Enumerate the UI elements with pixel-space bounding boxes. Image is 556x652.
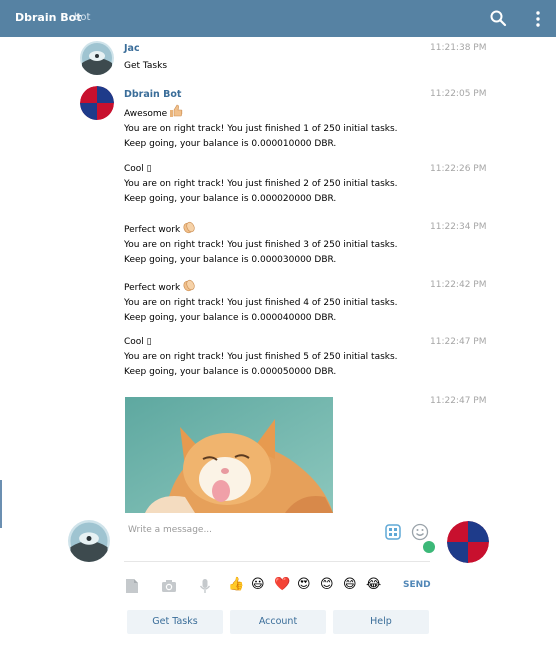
kb-button-get-tasks[interactable]: Get Tasks bbox=[127, 610, 223, 634]
more-vertical-icon[interactable] bbox=[531, 9, 545, 29]
emoji-picker-icon[interactable] bbox=[411, 523, 429, 541]
quick-emoji-heart-eyes[interactable]: 😍 bbox=[297, 577, 311, 593]
chat-subtitle: bot bbox=[74, 12, 91, 23]
message-input-placeholder: Write a message... bbox=[128, 525, 213, 535]
camera-icon[interactable] bbox=[161, 578, 177, 594]
kb-button-help[interactable]: Help bbox=[333, 610, 429, 634]
bot-avatar[interactable] bbox=[447, 521, 489, 563]
user-avatar[interactable] bbox=[80, 41, 114, 75]
chat-title[interactable]: Dbrain Bot bbox=[15, 11, 81, 24]
bot-avatar[interactable] bbox=[80, 86, 114, 120]
quick-emoji-smile[interactable]: 😄 bbox=[343, 577, 357, 593]
thumbs-up-icon bbox=[170, 104, 183, 117]
attach-file-icon[interactable] bbox=[124, 578, 140, 594]
search-icon[interactable] bbox=[489, 9, 507, 27]
message-text: Perfect work You are on right track! You… bbox=[124, 278, 398, 326]
message-text: Awesome You are on right track! You just… bbox=[124, 104, 398, 152]
message-time: 11:22:26 PM bbox=[430, 164, 487, 174]
send-button[interactable]: SEND bbox=[403, 580, 431, 590]
quick-emoji-smiley[interactable]: 😃 bbox=[251, 577, 265, 593]
cat-photo[interactable] bbox=[125, 397, 333, 513]
quick-emoji-joy[interactable]: 😂 bbox=[366, 577, 381, 593]
message-text: Cool ▯ You are on right track! You just … bbox=[124, 337, 398, 377]
kb-button-account[interactable]: Account bbox=[230, 610, 326, 634]
quick-emoji-blush[interactable]: 😊 bbox=[320, 577, 334, 593]
bot-keyboard-icon[interactable] bbox=[385, 524, 401, 540]
message-time: 11:21:38 PM bbox=[430, 43, 487, 53]
microphone-icon[interactable] bbox=[197, 578, 213, 594]
quick-emoji-heart[interactable]: ❤️ bbox=[274, 577, 290, 593]
message-time: 11:22:05 PM bbox=[430, 89, 487, 99]
message-time: 11:22:47 PM bbox=[430, 337, 487, 347]
online-indicator bbox=[423, 541, 435, 553]
chat-header: Dbrain Bot bot bbox=[0, 0, 556, 37]
message-time: 11:22:47 PM bbox=[430, 396, 487, 406]
user-avatar[interactable] bbox=[68, 520, 110, 562]
quick-emoji-thumbs-up[interactable]: 👍 bbox=[228, 577, 244, 593]
sender-name[interactable]: Jac bbox=[124, 43, 140, 54]
sidebar-edge bbox=[0, 480, 2, 528]
message-text: Cool ▯ You are on right track! You just … bbox=[124, 164, 398, 204]
sender-name[interactable]: Dbrain Bot bbox=[124, 89, 181, 100]
message-time: 11:22:42 PM bbox=[430, 280, 487, 290]
clapping-hands-icon bbox=[183, 279, 195, 292]
message-text: Get Tasks bbox=[124, 61, 168, 71]
message-text: Perfect work You are on right track! You… bbox=[124, 220, 398, 268]
clapping-hands-icon bbox=[183, 221, 195, 234]
message-time: 11:22:34 PM bbox=[430, 222, 487, 232]
